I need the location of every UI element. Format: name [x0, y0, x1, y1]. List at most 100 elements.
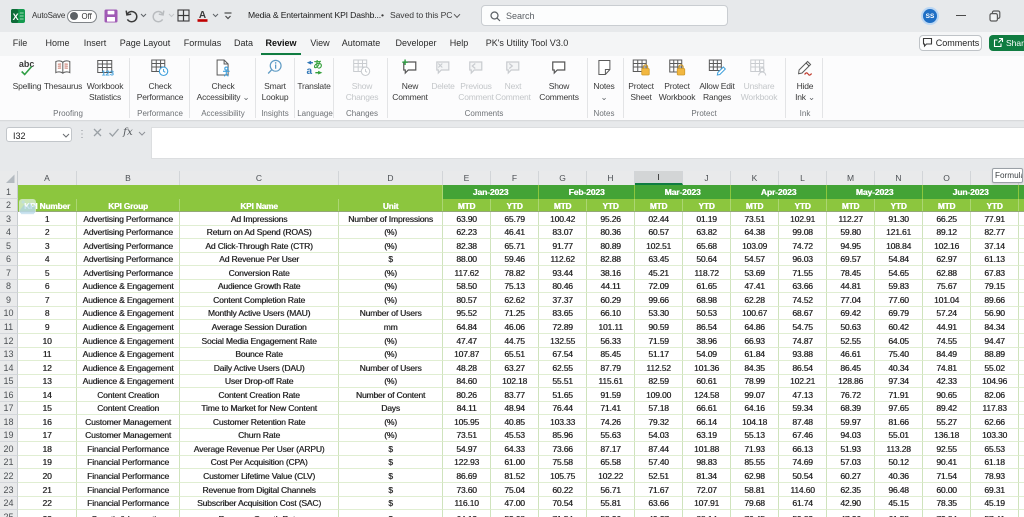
cell-K13[interactable]: 61.84: [731, 348, 779, 361]
cell-Q23[interactable]: [1019, 483, 1024, 497]
cell-H5[interactable]: 80.89: [587, 239, 635, 253]
cell-N3[interactable]: 91.30: [875, 212, 923, 226]
cell-C24[interactable]: Subscriber Acquisition Cost (SAC): [180, 497, 339, 510]
cell-I3[interactable]: 02.44: [635, 212, 683, 226]
cell-N14[interactable]: 40.34: [875, 361, 923, 375]
cell-J6[interactable]: 50.64: [683, 253, 731, 266]
cell-L19[interactable]: 67.46: [779, 429, 827, 442]
row-header-16[interactable]: 16: [0, 388, 18, 402]
cell-D8[interactable]: (%): [339, 280, 443, 293]
cell-J24[interactable]: 107.91: [683, 497, 731, 510]
cell-D6[interactable]: $: [339, 253, 443, 266]
cell-J14[interactable]: 101.36: [683, 361, 731, 375]
cell-P16[interactable]: 82.06: [971, 388, 1019, 402]
cell-P21[interactable]: 61.18: [971, 456, 1019, 469]
cell-B20[interactable]: Financial Performance: [77, 442, 180, 456]
cell-N20[interactable]: 113.28: [875, 442, 923, 456]
cell-E3[interactable]: 63.90: [443, 212, 491, 226]
cell-A5[interactable]: 3: [18, 239, 77, 253]
cell-F3[interactable]: 65.79: [491, 212, 539, 226]
cell-D15[interactable]: (%): [339, 375, 443, 388]
cell-L11[interactable]: 54.75: [779, 320, 827, 334]
cell-L4[interactable]: 99.08: [779, 226, 827, 239]
undo-dropdown-icon[interactable]: [140, 13, 147, 18]
cell-L13[interactable]: 93.88: [779, 348, 827, 361]
spelling-button[interactable]: abc Spelling: [13, 59, 42, 92]
cell-N23[interactable]: 96.48: [875, 483, 923, 497]
cell-K15[interactable]: 78.99: [731, 375, 779, 388]
row-header-18[interactable]: 18: [0, 415, 18, 429]
cell-K20[interactable]: 71.93: [731, 442, 779, 456]
column-header-C[interactable]: C: [180, 171, 339, 185]
cell-N9[interactable]: 77.60: [875, 293, 923, 307]
cell-E24[interactable]: 116.10: [443, 497, 491, 510]
cell-I23[interactable]: 71.67: [635, 483, 683, 497]
cell-M9[interactable]: 77.04: [827, 293, 875, 307]
cell-E13[interactable]: 107.87: [443, 348, 491, 361]
cell-I12[interactable]: 71.59: [635, 334, 683, 348]
cell-F10[interactable]: 71.25: [491, 307, 539, 320]
cell-N12[interactable]: 64.05: [875, 334, 923, 348]
cell-G3[interactable]: 100.42: [539, 212, 587, 226]
cell-E4[interactable]: 62.23: [443, 226, 491, 239]
cell-E22[interactable]: 86.69: [443, 469, 491, 483]
cell-A6[interactable]: 4: [18, 253, 77, 266]
cell-D25[interactable]: $: [339, 510, 443, 517]
check-performance-button[interactable]: Check Performance: [137, 59, 183, 102]
cell-A13[interactable]: 11: [18, 348, 77, 361]
row-header-1[interactable]: 1: [0, 185, 18, 199]
cell-O9[interactable]: 101.04: [923, 293, 971, 307]
cell-L23[interactable]: 114.60: [779, 483, 827, 497]
cell-H25[interactable]: 58.36: [587, 510, 635, 517]
cell-O6[interactable]: 62.97: [923, 253, 971, 266]
cell-I11[interactable]: 90.59: [635, 320, 683, 334]
cell-B12[interactable]: Audience & Engagement: [77, 334, 180, 348]
cell-M23[interactable]: 62.35: [827, 483, 875, 497]
cell-G17[interactable]: 76.44: [539, 402, 587, 415]
column-header-E[interactable]: E: [443, 171, 491, 185]
cell-L17[interactable]: 59.34: [779, 402, 827, 415]
cell-O23[interactable]: 60.00: [923, 483, 971, 497]
cell-K8[interactable]: 47.41: [731, 280, 779, 293]
cell-F14[interactable]: 63.27: [491, 361, 539, 375]
cell-H3[interactable]: 95.26: [587, 212, 635, 226]
cell-H6[interactable]: 82.88: [587, 253, 635, 266]
cell-N19[interactable]: 55.01: [875, 429, 923, 442]
cell-D3[interactable]: Number of Impressions: [339, 212, 443, 226]
share-button[interactable]: Share: [989, 34, 1024, 51]
search-input[interactable]: Search: [481, 5, 728, 26]
hide-ink-button[interactable]: Hide Ink ⌄: [795, 59, 815, 102]
cell-L16[interactable]: 47.13: [779, 388, 827, 402]
cell-N4[interactable]: 121.61: [875, 226, 923, 239]
cell-J7[interactable]: 118.72: [683, 266, 731, 280]
cell-I10[interactable]: 53.30: [635, 307, 683, 320]
cell-A23[interactable]: 21: [18, 483, 77, 497]
cell-O16[interactable]: 90.65: [923, 388, 971, 402]
cell-A25[interactable]: 23: [18, 510, 77, 517]
cell-N13[interactable]: 75.40: [875, 348, 923, 361]
cell-C10[interactable]: Monthly Active Users (MAU): [180, 307, 339, 320]
tab-page-layout[interactable]: Page Layout: [120, 38, 171, 48]
cell-E25[interactable]: 64.13: [443, 510, 491, 517]
cell-L18[interactable]: 87.48: [779, 415, 827, 429]
column-header-G[interactable]: G: [539, 171, 587, 185]
cell-J11[interactable]: 86.54: [683, 320, 731, 334]
cell-K19[interactable]: 55.13: [731, 429, 779, 442]
cell-F25[interactable]: 52.08: [491, 510, 539, 517]
tab-formulas[interactable]: Formulas: [184, 38, 222, 48]
tab-review[interactable]: Review: [265, 38, 296, 48]
cell-D7[interactable]: (%): [339, 266, 443, 280]
tab-insert[interactable]: Insert: [84, 38, 107, 48]
cell-H24[interactable]: 55.81: [587, 497, 635, 510]
cell-M8[interactable]: 44.81: [827, 280, 875, 293]
cell-A9[interactable]: 7: [18, 293, 77, 307]
cell-A18[interactable]: 16: [18, 415, 77, 429]
cell-I17[interactable]: 57.18: [635, 402, 683, 415]
cell-D16[interactable]: Number of Content: [339, 388, 443, 402]
show-comments-button[interactable]: Show Comments: [539, 59, 579, 102]
cell-F23[interactable]: 75.04: [491, 483, 539, 497]
cell-A11[interactable]: 9: [18, 320, 77, 334]
cell-C22[interactable]: Customer Lifetime Value (CLV): [180, 469, 339, 483]
column-header-F[interactable]: F: [491, 171, 539, 185]
cell-B23[interactable]: Financial Performance: [77, 483, 180, 497]
